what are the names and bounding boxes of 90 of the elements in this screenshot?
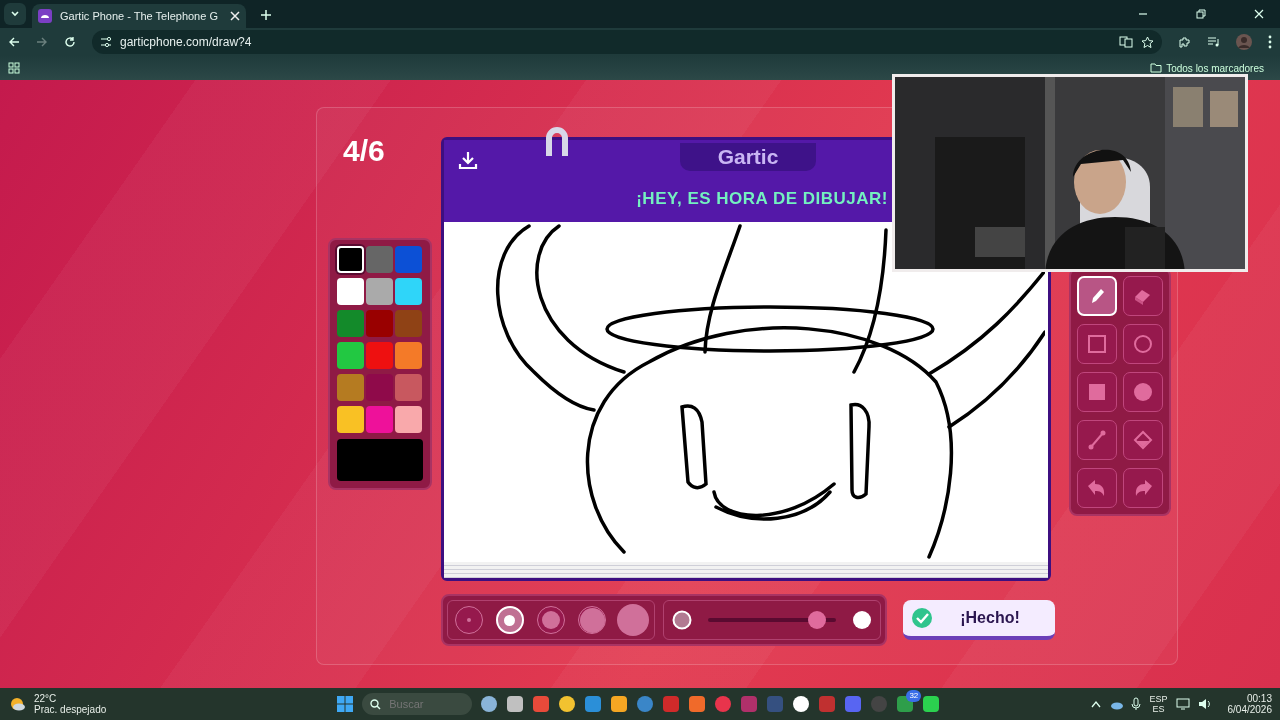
- dot-icon: [617, 604, 650, 636]
- color-swatch[interactable]: [395, 342, 422, 369]
- temperature-text: 22°C: [34, 693, 58, 704]
- dropdown-icon[interactable]: [10, 9, 20, 19]
- download-icon[interactable]: [458, 150, 478, 170]
- bucket-icon: [1132, 429, 1154, 451]
- color-swatch[interactable]: [366, 342, 393, 369]
- forward-icon[interactable]: [36, 36, 48, 48]
- tool-button[interactable]: [1123, 468, 1163, 508]
- bookmarks-link[interactable]: Todos los marcadores: [1166, 60, 1264, 76]
- new-tab-icon[interactable]: [260, 9, 272, 21]
- star-icon[interactable]: [1141, 35, 1154, 49]
- round-counter: 4/6: [343, 133, 386, 169]
- app-icon[interactable]: [506, 695, 525, 713]
- color-swatch[interactable]: [366, 246, 393, 273]
- circle-outline-icon: [1132, 333, 1154, 355]
- color-swatch[interactable]: [366, 278, 393, 305]
- color-swatch[interactable]: [337, 342, 364, 369]
- square-outline-icon: [1086, 333, 1108, 355]
- tool-button[interactable]: [1077, 420, 1117, 460]
- media-icon[interactable]: [1207, 36, 1220, 48]
- language-text[interactable]: ESP: [1149, 694, 1168, 704]
- logo: Gartic: [680, 143, 816, 171]
- app-icon[interactable]: [922, 695, 941, 713]
- back-icon[interactable]: [8, 36, 20, 48]
- reload-icon[interactable]: [64, 36, 76, 48]
- clock-date[interactable]: 6/04/2026: [1227, 704, 1272, 715]
- color-swatch[interactable]: [337, 310, 364, 337]
- color-swatch[interactable]: [337, 278, 364, 305]
- color-swatch[interactable]: [395, 278, 422, 305]
- dot-icon: [504, 614, 516, 626]
- tool-button[interactable]: [1123, 276, 1163, 316]
- color-swatch[interactable]: [395, 406, 422, 433]
- search-icon: [370, 698, 382, 710]
- search-box[interactable]: Buscar: [362, 693, 473, 715]
- tool-button[interactable]: [1123, 420, 1163, 460]
- notification-count: 32: [906, 690, 922, 702]
- tool-button[interactable]: [1123, 372, 1163, 412]
- microphone-icon[interactable]: [1131, 697, 1142, 711]
- volume-icon[interactable]: [1197, 698, 1212, 710]
- app-icon[interactable]: [480, 695, 499, 713]
- dot-icon: [541, 611, 560, 629]
- circle-icon: [1132, 381, 1154, 403]
- weather-text: Prac. despejado: [34, 704, 107, 715]
- tool-button[interactable]: [1077, 372, 1117, 412]
- square-icon: [1086, 381, 1108, 403]
- region-text[interactable]: ES: [1149, 704, 1168, 714]
- app-icon[interactable]: [610, 695, 629, 713]
- apps-icon[interactable]: [8, 62, 20, 74]
- menu-icon[interactable]: [1268, 35, 1272, 49]
- app-icon[interactable]: [792, 695, 811, 713]
- extensions-icon[interactable]: [1178, 35, 1191, 49]
- phone-icon: [38, 9, 52, 23]
- tool-button[interactable]: [1077, 468, 1117, 508]
- display-icon[interactable]: [1175, 698, 1190, 710]
- tab-title: Gartic Phone - The Telephone G: [60, 8, 219, 24]
- start-icon[interactable]: [336, 695, 355, 713]
- low-opacity-icon: [672, 610, 692, 630]
- clock-time[interactable]: 00:13: [1227, 693, 1272, 704]
- full-opacity-icon: [852, 610, 872, 630]
- folder-icon: [1150, 63, 1163, 73]
- close-icon[interactable]: [1254, 9, 1264, 19]
- translate-icon[interactable]: [1119, 36, 1133, 48]
- tool-button[interactable]: [1123, 324, 1163, 364]
- color-swatch[interactable]: [395, 374, 422, 401]
- done-button[interactable]: ¡Hecho!: [903, 600, 1055, 640]
- color-swatch[interactable]: [395, 246, 422, 273]
- app-icon[interactable]: [558, 695, 577, 713]
- restore-icon[interactable]: [1196, 9, 1206, 19]
- prompt-text: ¡HEY, ES HORA DE DIBUJAR!: [636, 188, 888, 210]
- close-icon[interactable]: [230, 11, 240, 21]
- browser-tab[interactable]: Gartic Phone - The Telephone G: [32, 4, 246, 28]
- color-swatch[interactable]: [337, 406, 364, 433]
- check-icon: [911, 607, 933, 629]
- site-settings-icon[interactable]: [100, 36, 112, 48]
- opacity-slider-thumb[interactable]: [807, 611, 826, 629]
- dot-icon: [466, 618, 471, 622]
- color-swatch[interactable]: [366, 310, 393, 337]
- weather-icon[interactable]: [8, 695, 26, 713]
- chevron-icon[interactable]: [1091, 700, 1102, 708]
- search-field[interactable]: Buscar: [389, 695, 460, 713]
- color-swatch[interactable]: [366, 406, 393, 433]
- dot-icon: [579, 607, 605, 633]
- line-icon: [1086, 429, 1108, 451]
- color-swatch[interactable]: [337, 374, 364, 401]
- tool-button[interactable]: [1077, 324, 1117, 364]
- profile-avatar[interactable]: [1236, 34, 1252, 50]
- address-bar[interactable]: garticphone.com/draw?4: [92, 30, 1162, 54]
- color-swatch[interactable]: [337, 246, 364, 273]
- color-swatch[interactable]: [395, 310, 422, 337]
